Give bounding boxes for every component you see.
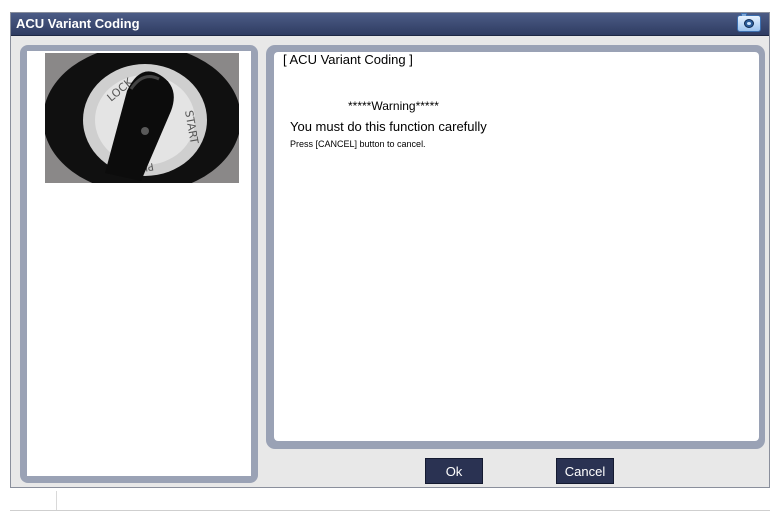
warning-text: *****Warning***** — [348, 99, 439, 113]
title-bar: ACU Variant Coding — [11, 13, 769, 36]
warning-message: You must do this function carefully — [290, 119, 487, 134]
cancel-hint: Press [CANCEL] button to cancel. — [290, 139, 426, 149]
cancel-button[interactable]: Cancel — [556, 458, 614, 484]
content-header: [ ACU Variant Coding ] — [283, 52, 413, 67]
message-panel-body — [274, 52, 759, 441]
window-title: ACU Variant Coding — [16, 16, 140, 31]
message-panel — [266, 45, 765, 449]
ignition-switch-image: LOCK ACC START PUSH — [45, 53, 239, 183]
camera-icon[interactable] — [737, 13, 761, 32]
ok-button[interactable]: Ok — [425, 458, 483, 484]
status-divider — [56, 491, 57, 510]
status-strip — [10, 489, 770, 511]
